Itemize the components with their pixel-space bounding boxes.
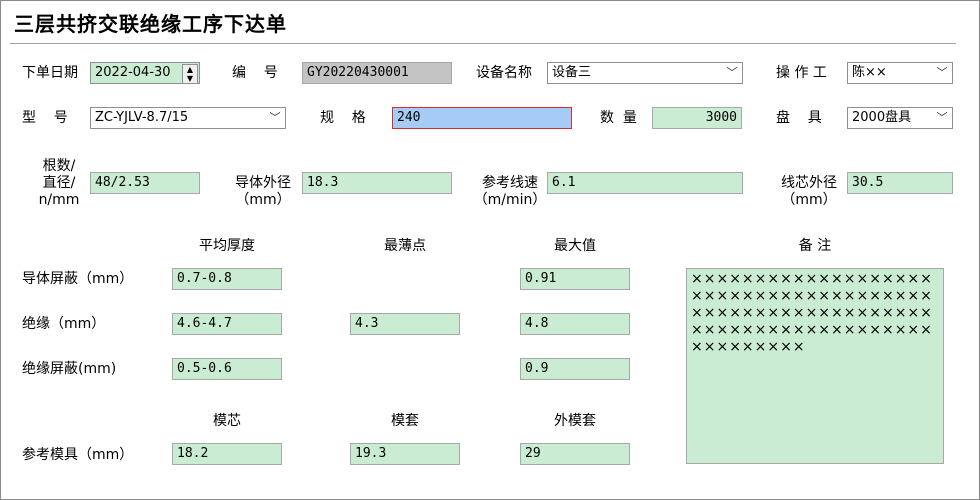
min-point-header: 最薄点 bbox=[384, 238, 426, 254]
mold-core-header: 模芯 bbox=[213, 413, 241, 429]
insulation-min-field[interactable]: 4.3 bbox=[350, 313, 460, 335]
insulation-avg-field[interactable]: 4.6-4.7 bbox=[172, 313, 282, 335]
count-diameter-label: 根数/ 直径/ n/mm bbox=[38, 158, 80, 208]
model-label: 型 号 bbox=[22, 110, 68, 126]
speed-label: 参考线速 （m/min） bbox=[473, 175, 547, 208]
equipment-value: 设备三 bbox=[552, 65, 592, 80]
mold-core-field[interactable]: 18.2 bbox=[172, 443, 282, 465]
core-od-label: 线芯外径 （mm） bbox=[781, 175, 837, 208]
code-field[interactable]: GY20220430001 bbox=[302, 62, 452, 84]
conductor-shield-avg-field[interactable]: 0.7-0.8 bbox=[172, 268, 282, 290]
count-diameter-field[interactable]: 48/2.53 bbox=[90, 172, 200, 194]
remark-header: 备 注 bbox=[798, 238, 832, 254]
operator-select[interactable]: 陈×× ﹀ bbox=[847, 62, 953, 84]
remark-textarea[interactable]: ××××××××××××××××××××××××××××××××××××××××… bbox=[686, 268, 944, 464]
title-divider bbox=[10, 43, 956, 45]
core-od-field[interactable]: 30.5 bbox=[847, 172, 953, 194]
outer-sleeve-header: 外模套 bbox=[554, 413, 596, 429]
quantity-label: 数 量 bbox=[600, 110, 637, 126]
spec-field[interactable]: 240 bbox=[392, 107, 572, 129]
mold-sleeve-header: 模套 bbox=[391, 413, 419, 429]
reel-select[interactable]: 2000盘具 ﹀ bbox=[847, 107, 953, 129]
avg-thickness-header: 平均厚度 bbox=[199, 238, 255, 254]
code-label: 编 号 bbox=[232, 65, 278, 81]
order-date-value: 2022-04-30 bbox=[95, 65, 171, 80]
conductor-shield-label: 导体屏蔽（mm） bbox=[22, 271, 134, 287]
operator-value: 陈×× bbox=[852, 65, 887, 80]
chevron-down-icon[interactable]: ﹀ bbox=[269, 108, 281, 128]
reference-mold-label: 参考模具（mm） bbox=[22, 447, 134, 463]
spec-label: 规 格 bbox=[320, 110, 366, 126]
order-date-label: 下单日期 bbox=[22, 65, 78, 81]
reel-value: 2000盘具 bbox=[852, 110, 912, 125]
insulation-max-field[interactable]: 4.8 bbox=[520, 313, 630, 335]
spin-updown-icon[interactable]: ▲ ▼ bbox=[182, 64, 198, 84]
conductor-od-field[interactable]: 18.3 bbox=[302, 172, 452, 194]
model-value: ZC-YJLV-8.7/15 bbox=[95, 110, 189, 125]
model-select[interactable]: ZC-YJLV-8.7/15 ﹀ bbox=[90, 107, 286, 129]
equipment-select[interactable]: 设备三 ﹀ bbox=[547, 62, 743, 84]
order-date-picker[interactable]: 2022-04-30 ▲ ▼ bbox=[90, 62, 200, 84]
quantity-field[interactable]: 3000 bbox=[652, 107, 742, 129]
equipment-label: 设备名称 bbox=[476, 65, 532, 81]
insulation-shield-avg-field[interactable]: 0.5-0.6 bbox=[172, 358, 282, 380]
insulation-shield-label: 绝缘屏蔽(mm) bbox=[22, 361, 117, 377]
conductor-od-label: 导体外径 （mm） bbox=[235, 175, 291, 208]
insulation-shield-max-field[interactable]: 0.9 bbox=[520, 358, 630, 380]
outer-sleeve-field[interactable]: 29 bbox=[520, 443, 630, 465]
speed-field[interactable]: 6.1 bbox=[547, 172, 743, 194]
page-title: 三层共挤交联绝缘工序下达单 bbox=[14, 12, 287, 36]
max-value-header: 最大值 bbox=[554, 238, 596, 254]
mold-sleeve-field[interactable]: 19.3 bbox=[350, 443, 460, 465]
conductor-shield-max-field[interactable]: 0.91 bbox=[520, 268, 630, 290]
operator-label: 操 作 工 bbox=[776, 65, 827, 81]
chevron-down-icon[interactable]: ﹀ bbox=[936, 108, 948, 128]
reel-label: 盘 具 bbox=[776, 110, 822, 126]
insulation-label: 绝缘（mm） bbox=[22, 316, 106, 332]
chevron-down-icon[interactable]: ﹀ bbox=[936, 63, 948, 83]
chevron-down-icon[interactable]: ﹀ bbox=[726, 63, 738, 83]
